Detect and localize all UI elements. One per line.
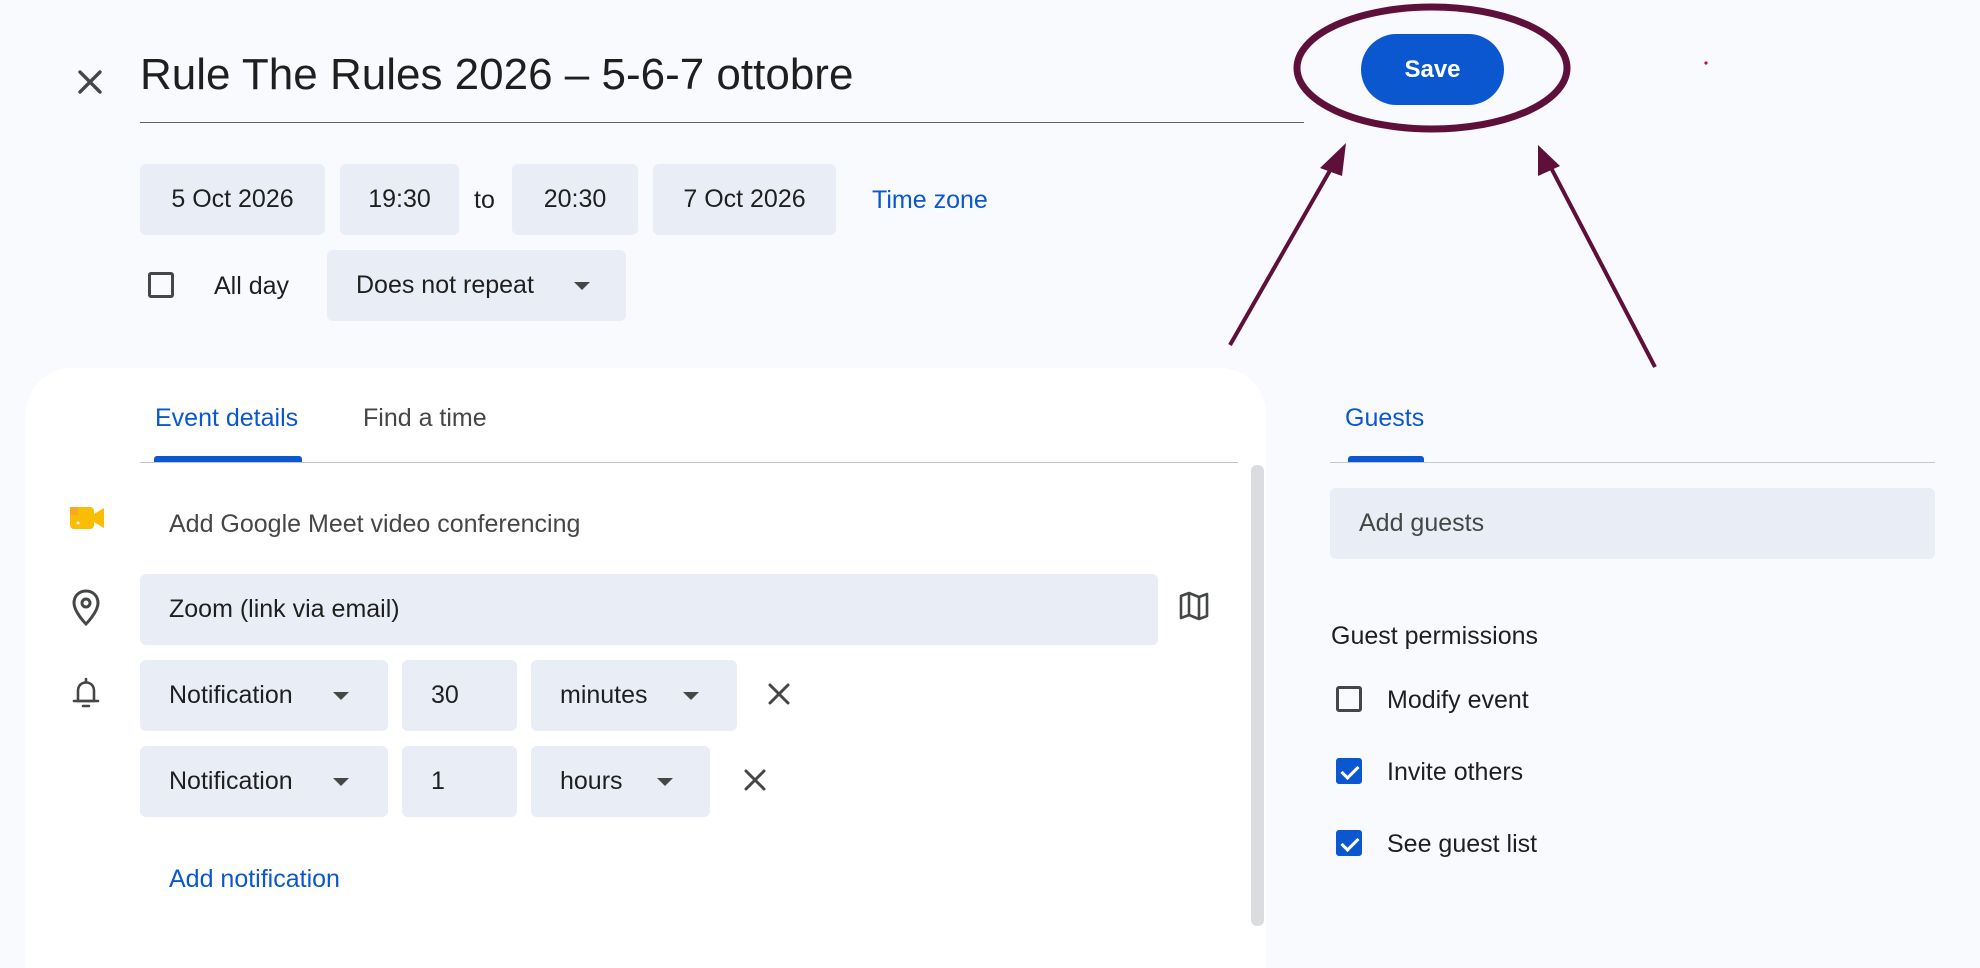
location-field[interactable]: Zoom (link via email) [140,574,1158,645]
tab-find-a-time[interactable]: Find a time [363,404,487,433]
end-time-value: 20:30 [543,185,607,213]
tab-event-details[interactable]: Event details [155,404,298,433]
see-guest-list-label: See guest list [1387,830,1538,858]
time-zone-link[interactable]: Time zone [872,186,988,215]
location-pin-icon [72,589,100,627]
bell-icon [72,677,100,708]
tab-guests[interactable]: Guests [1345,404,1424,433]
location-value: Zoom (link via email) [169,595,400,623]
notification-type-value: Notification [169,681,293,709]
all-day-label: All day [214,272,290,300]
remove-notification-icon[interactable] [735,760,775,800]
tabs-divider [140,462,1238,463]
notification-amount-input[interactable]: 30 [402,660,517,731]
details-scrollbar[interactable] [1251,465,1264,926]
annotation-arrow-left [1228,159,1338,346]
annotation-arrow-right [1546,161,1657,368]
modify-event-label: Modify event [1387,686,1529,714]
annotation-dot [1704,61,1708,65]
invite-others-label: Invite others [1387,758,1524,786]
notification-amount-input[interactable]: 1 [402,746,517,817]
add-guests-input[interactable]: Add guests [1330,488,1935,559]
invite-others-checkbox[interactable] [1336,758,1362,784]
start-date-value: 5 Oct 2026 [171,185,294,213]
add-meet-link[interactable]: Add Google Meet video conferencing [169,510,580,539]
notification-type-value: Notification [169,767,293,795]
notification-amount-value: 1 [431,767,445,795]
modify-event-checkbox[interactable] [1336,686,1362,712]
all-day-checkbox[interactable] [148,272,174,298]
dropdown-arrow-icon [574,282,590,290]
dropdown-arrow-icon [657,778,673,786]
guests-divider [1330,462,1935,463]
end-time-field[interactable]: 20:30 [512,164,638,235]
map-icon[interactable] [1178,590,1210,622]
repeat-dropdown[interactable]: Does not repeat [327,250,626,321]
annotation-circle [1293,3,1571,133]
notification-unit-dropdown[interactable]: hours [531,746,710,817]
notification-amount-value: 30 [431,681,459,709]
to-label: to [474,186,495,214]
end-date-value: 7 Oct 2026 [683,185,806,213]
dropdown-arrow-icon [333,778,349,786]
dropdown-arrow-icon [683,692,699,700]
repeat-value: Does not repeat [356,271,534,299]
notification-unit-value: hours [560,767,623,795]
notification-unit-dropdown[interactable]: minutes [531,660,737,731]
annotation-arrowhead-right [1538,145,1560,176]
end-date-field[interactable]: 7 Oct 2026 [653,164,836,235]
guest-permissions-title: Guest permissions [1331,622,1539,650]
notification-unit-value: minutes [560,681,648,709]
notification-type-dropdown[interactable]: Notification [140,660,388,731]
start-date-field[interactable]: 5 Oct 2026 [140,164,325,235]
notification-type-dropdown[interactable]: Notification [140,746,388,817]
add-guests-placeholder: Add guests [1359,509,1485,537]
start-time-value: 19:30 [368,185,431,213]
start-time-field[interactable]: 19:30 [340,164,459,235]
see-guest-list-checkbox[interactable] [1336,830,1362,856]
annotation-arrowhead-left [1320,143,1346,176]
add-notification-link[interactable]: Add notification [169,865,340,894]
dropdown-arrow-icon [333,692,349,700]
remove-notification-icon[interactable] [759,674,799,714]
video-camera-icon [70,507,104,529]
